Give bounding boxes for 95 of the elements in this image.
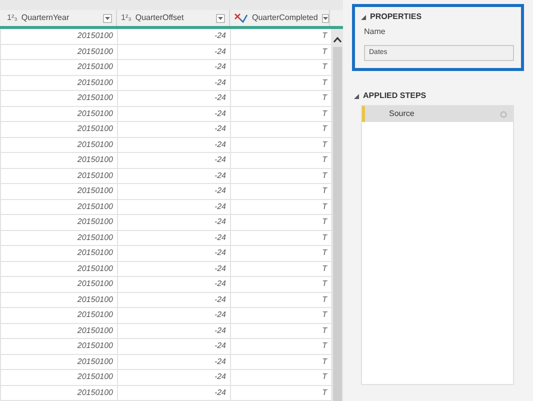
dropdown-button[interactable] [322,14,329,22]
table-cell: T [322,138,327,151]
table-cell: T [322,386,327,399]
table-cell: -24 [214,386,226,399]
column-title: QuarterCompleted [252,12,318,24]
table-cell: 20150100 [77,294,113,306]
table-cell: 20150100 [77,247,113,260]
table-cell: T [322,247,327,260]
table-cell: -24 [214,46,226,58]
table-cell: 20150100 [77,108,113,120]
table-cell: 20150100 [77,386,113,399]
table-cell: T [322,108,327,120]
table-cell: 20150100 [77,154,113,166]
table-cell: T [322,46,327,58]
table-cell: -24 [214,123,226,136]
collapse-icon[interactable] [361,14,366,20]
section-title: PROPERTIES [370,11,422,23]
table-cell: 20150100 [77,309,113,322]
table-cell: -24 [214,108,226,120]
table-cell: T [322,61,327,74]
caret-icon [105,16,110,20]
table-cell: -24 [214,294,226,306]
table-cell: -24 [214,232,226,244]
column-header[interactable]: QuarterCompleted [230,10,330,26]
table-cell: 20150100 [77,262,113,275]
table-cell: -24 [214,154,226,166]
dropdown-button[interactable] [216,14,225,22]
column-title: QuarternYear [21,12,70,24]
table-cell: T [322,154,327,166]
type-label: 1²₃ [7,12,18,24]
table-cell: -24 [214,278,226,290]
table-cell: -24 [214,340,226,352]
table-cell: 20150100 [77,123,113,136]
scrollbar[interactable] [331,29,343,401]
table-cell: T [322,309,327,322]
logical-type-icon [234,13,248,23]
scroll-up-icon[interactable] [332,37,342,43]
column-header[interactable]: 1²₃ QuarterOffset [117,10,230,26]
dropdown-button[interactable] [103,14,112,22]
table-cell: T [322,356,327,368]
table-cell: -24 [214,76,226,89]
table-cell: T [322,216,327,228]
table-cell: -24 [214,247,226,260]
table-cell: -24 [214,200,226,213]
caret-icon [218,16,223,20]
table-cell: -24 [214,138,226,151]
table-cell: 20150100 [77,200,113,213]
table-cell: -24 [214,262,226,275]
table-cell: -24 [214,170,226,182]
table-cell: T [322,371,327,384]
caret-icon [322,16,328,20]
table-cell: T [322,30,327,42]
table-cell: -24 [214,371,226,384]
table-cell: 20150100 [77,340,113,352]
table-cell: T [322,92,327,104]
table-cell: T [322,170,327,182]
table-cell: T [322,294,327,306]
table-cell: 20150100 [77,61,113,74]
table-cell: T [322,185,327,198]
table-cell: 20150100 [77,92,113,104]
table-cell: -24 [214,324,226,337]
section-title: APPLIED STEPS [363,90,426,102]
table-cell: -24 [214,30,226,42]
table-cell: T [322,278,327,290]
table-cell: T [322,232,327,244]
table-cell: -24 [214,92,226,104]
column-title: QuarterOffset [135,12,185,24]
field-label: Name [364,26,386,38]
table-cell: 20150100 [77,356,113,368]
table-cell: 20150100 [77,30,113,42]
table-cell: -24 [214,185,226,198]
table-cell: 20150100 [77,46,113,58]
table-cell: -24 [214,309,226,322]
table-cell: T [322,262,327,275]
table-cell: -24 [214,356,226,368]
table-cell: 20150100 [77,371,113,384]
table-cell: 20150100 [77,324,113,337]
table-cell: T [322,340,327,352]
table-cell: T [322,324,327,337]
applied-step[interactable]: Source [362,106,513,122]
table-cell: -24 [214,216,226,228]
table-cell: 20150100 [77,185,113,198]
table-cell: 20150100 [77,232,113,244]
collapse-icon[interactable] [354,94,359,98]
table-cell: 20150100 [77,76,113,89]
table-cell: 20150100 [77,216,113,228]
table-cell: -24 [214,61,226,74]
table-cell: T [322,123,327,136]
table-cell: 20150100 [77,138,113,151]
table-cell: T [322,200,327,213]
type-label: 1²₃ [121,12,132,24]
table-cell: 20150100 [77,278,113,290]
table-cell: T [322,76,327,89]
table-cell: 20150100 [77,170,113,182]
column-header[interactable]: 1²₃ QuarternYear [3,10,117,26]
